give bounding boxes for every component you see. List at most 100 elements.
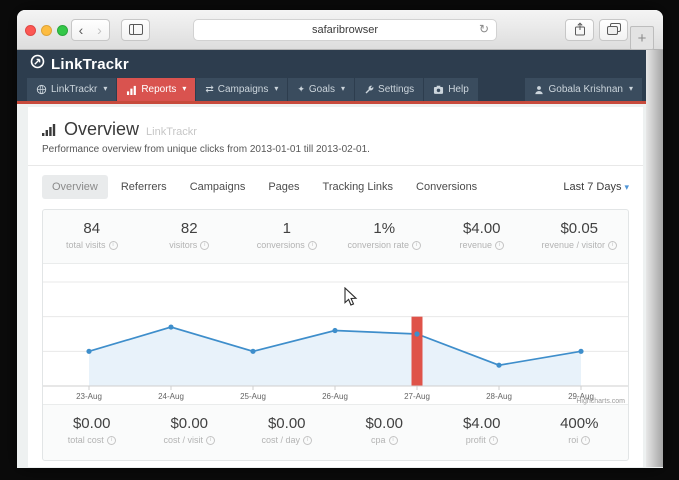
stat-cost-per-visit: $0.00 cost / visit	[141, 405, 239, 460]
svg-text:23-Aug: 23-Aug	[76, 392, 102, 401]
stat-value: 400%	[531, 415, 629, 432]
nav-item-campaigns[interactable]: ⇄ Campaigns	[196, 78, 287, 101]
browser-window: ‹ › safaribrowser ↻ +	[17, 10, 663, 468]
svg-text:25-Aug: 25-Aug	[240, 392, 266, 401]
stat-value: 1%	[336, 220, 434, 237]
new-tab-button[interactable]: +	[630, 26, 654, 50]
goal-icon: ✦	[297, 84, 305, 95]
stat-total-visits: 84 total visits	[43, 210, 141, 263]
app-logo-text: LinkTrackr	[51, 56, 129, 73]
chevron-down-icon	[627, 84, 633, 95]
info-icon[interactable]	[206, 436, 215, 445]
chart-canvas: 23-Aug24-Aug25-Aug26-Aug27-Aug28-Aug29-A…	[43, 264, 628, 406]
stat-cost-per-day: $0.00 cost / day	[238, 405, 336, 460]
bar-chart-icon	[126, 85, 137, 95]
info-icon[interactable]	[495, 241, 504, 250]
nav-label: Reports	[141, 84, 176, 95]
svg-text:27-Aug: 27-Aug	[404, 392, 430, 401]
stat-value: $0.00	[43, 415, 141, 432]
tab-campaigns[interactable]: Campaigns	[180, 175, 256, 199]
svg-text:24-Aug: 24-Aug	[158, 392, 184, 401]
svg-text:Highcharts.com: Highcharts.com	[576, 398, 625, 405]
nav-item-reports[interactable]: Reports	[117, 78, 195, 101]
sidebar-toggle-button[interactable]	[121, 19, 150, 41]
info-icon[interactable]	[608, 241, 617, 250]
window-right-gutter	[646, 50, 663, 467]
stat-cpa: $0.00 cpa	[336, 405, 434, 460]
stat-total-cost: $0.00 total cost	[43, 405, 141, 460]
stats-panel: 84 total visits 82 visitors 1 conversion…	[42, 209, 629, 461]
stat-label: profit	[466, 435, 486, 445]
nav-label: Help	[448, 84, 469, 95]
tab-referrers[interactable]: Referrers	[111, 175, 177, 199]
info-icon[interactable]	[107, 436, 116, 445]
chevron-down-icon	[101, 84, 107, 95]
share-icon	[574, 22, 586, 39]
stats-row-top: 84 total visits 82 visitors 1 conversion…	[43, 210, 628, 263]
info-icon[interactable]	[303, 436, 312, 445]
nav-item-settings[interactable]: Settings	[355, 78, 423, 101]
globe-icon	[36, 84, 47, 95]
user-icon	[534, 85, 544, 95]
info-icon[interactable]	[581, 436, 590, 445]
tab-conversions[interactable]: Conversions	[406, 175, 487, 199]
tab-tracking-links[interactable]: Tracking Links	[313, 175, 404, 199]
share-button[interactable]	[565, 19, 594, 41]
stat-value: $4.00	[433, 220, 531, 237]
tab-pages[interactable]: Pages	[258, 175, 309, 199]
chevron-down-icon	[339, 84, 345, 95]
bar-chart-icon	[42, 123, 57, 141]
nav-item-help[interactable]: Help	[424, 78, 478, 101]
tab-overview-button[interactable]	[599, 19, 628, 41]
stat-roi: 400% roi	[531, 405, 629, 460]
nav-label: LinkTrackr	[51, 84, 97, 95]
stat-profit: $4.00 profit	[433, 405, 531, 460]
browser-toolbar: ‹ › safaribrowser ↻ +	[17, 10, 663, 50]
stat-revenue: $4.00 revenue	[433, 210, 531, 263]
tab-label: Campaigns	[190, 181, 246, 193]
stat-label: cost / visit	[163, 435, 203, 445]
linktrackr-site: LinkTrackr LinkTrackr	[17, 50, 646, 467]
stat-visitors: 82 visitors	[141, 210, 239, 263]
wrench-icon	[364, 85, 374, 95]
svg-text:28-Aug: 28-Aug	[486, 392, 512, 401]
stat-value: $0.00	[336, 415, 434, 432]
tabs-icon	[607, 22, 621, 38]
visits-chart[interactable]: 23-Aug24-Aug25-Aug26-Aug27-Aug28-Aug29-A…	[43, 263, 628, 405]
stat-label: visitors	[169, 240, 197, 250]
stat-value: 1	[238, 220, 336, 237]
info-icon[interactable]	[308, 241, 317, 250]
back-button[interactable]: ‹	[71, 19, 91, 41]
desktop-background: ‹ › safaribrowser ↻ +	[0, 0, 679, 480]
page-title: Overview	[64, 119, 139, 140]
stat-revenue-per-visitor: $0.05 revenue / visitor	[531, 210, 629, 263]
tab-overview[interactable]: Overview	[42, 175, 108, 199]
stat-value: $0.00	[141, 415, 239, 432]
linktrackr-logo-icon	[30, 54, 45, 74]
user-menu[interactable]: Gobala Krishnan	[525, 78, 642, 101]
minimize-button[interactable]	[41, 25, 52, 36]
info-icon[interactable]	[489, 436, 498, 445]
svg-text:26-Aug: 26-Aug	[322, 392, 348, 401]
page-subtitle: Performance overview from unique clicks …	[42, 144, 629, 155]
date-range-label: Last 7 Days	[563, 181, 621, 193]
stat-value: $4.00	[433, 415, 531, 432]
info-icon[interactable]	[389, 436, 398, 445]
close-button[interactable]	[25, 25, 36, 36]
address-bar[interactable]: safaribrowser ↻	[193, 19, 497, 41]
report-tabs: Overview Referrers Campaigns Pages Track…	[42, 175, 629, 199]
info-icon[interactable]	[200, 241, 209, 250]
nav-item-goals[interactable]: ✦ Goals	[288, 78, 354, 101]
nav-item-linktrackr[interactable]: LinkTrackr	[27, 78, 116, 101]
forward-button[interactable]: ›	[90, 19, 110, 41]
zoom-button[interactable]	[57, 25, 68, 36]
info-icon[interactable]	[412, 241, 421, 250]
stat-label: cost / day	[261, 435, 300, 445]
url-text: safaribrowser	[312, 24, 378, 36]
date-range-selector[interactable]: Last 7 Days	[563, 181, 629, 193]
reload-icon[interactable]: ↻	[479, 22, 489, 36]
info-icon[interactable]	[109, 241, 118, 250]
stat-label: conversions	[257, 240, 305, 250]
stats-row-bottom: $0.00 total cost $0.00 cost / visit $0.0…	[43, 405, 628, 460]
page-title-suffix: LinkTrackr	[146, 126, 197, 138]
